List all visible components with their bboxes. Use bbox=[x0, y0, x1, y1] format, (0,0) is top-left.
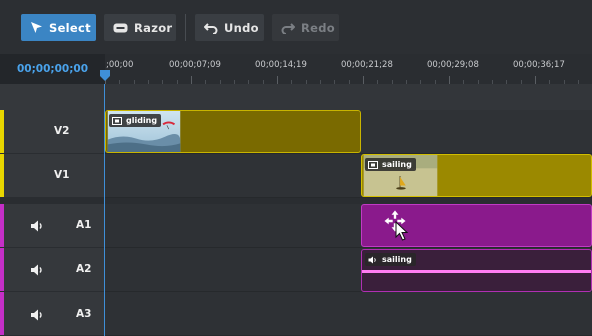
select-button-label: Select bbox=[49, 20, 91, 35]
audio-clip-sailing[interactable]: sailing bbox=[361, 249, 592, 292]
undo-arrow-icon bbox=[204, 20, 218, 36]
track-lane-a3[interactable] bbox=[105, 292, 592, 336]
time-ruler[interactable]: ;00;00 00;00;07;09 00;00;14;19 00;00;21;… bbox=[105, 54, 592, 84]
razor-button[interactable]: Razor bbox=[104, 14, 176, 41]
speaker-icon[interactable] bbox=[30, 308, 44, 322]
redo-button-label: Redo bbox=[301, 20, 335, 35]
track-header-a2[interactable]: A2 bbox=[0, 248, 105, 292]
razor-blade-icon bbox=[113, 20, 128, 36]
audio-track-accent bbox=[0, 204, 4, 247]
audio-waveform-line bbox=[362, 270, 591, 273]
track-header-a3[interactable]: A3 bbox=[0, 292, 105, 336]
audio-track-accent bbox=[0, 292, 4, 335]
track-header-spacer bbox=[0, 84, 105, 110]
film-icon bbox=[112, 116, 122, 125]
video-clip-gliding[interactable]: gliding bbox=[105, 110, 361, 153]
clip-label: sailing bbox=[365, 253, 416, 266]
track-name: A2 bbox=[76, 263, 92, 275]
clip-name: sailing bbox=[382, 255, 412, 264]
ruler-label: 00;00;21;28 bbox=[341, 60, 393, 70]
track-name: A1 bbox=[76, 219, 92, 231]
undo-button-label: Undo bbox=[224, 20, 259, 35]
video-track-accent bbox=[0, 154, 4, 197]
ruler-label: ;00;00 bbox=[106, 60, 134, 70]
track-name: V1 bbox=[54, 169, 70, 181]
razor-button-label: Razor bbox=[134, 20, 173, 35]
cursor-arrow-icon bbox=[30, 20, 43, 36]
playhead-line bbox=[104, 84, 105, 336]
speaker-icon bbox=[368, 256, 376, 263]
undo-button[interactable]: Undo bbox=[195, 14, 264, 41]
clip-name: sailing bbox=[382, 160, 412, 169]
ruler-label: 00;00;29;08 bbox=[427, 60, 479, 70]
move-cursor-icon bbox=[383, 209, 409, 241]
toolbar: Select Razor Undo Redo bbox=[0, 0, 592, 53]
clip-label: gliding bbox=[109, 114, 162, 127]
toolbar-divider bbox=[185, 14, 186, 41]
speaker-icon[interactable] bbox=[30, 263, 44, 277]
video-clip-sailing[interactable]: sailing bbox=[361, 154, 592, 197]
current-timecode[interactable]: 00;00;00;00 bbox=[0, 54, 105, 84]
playhead-handle[interactable] bbox=[100, 70, 110, 82]
video-track-accent bbox=[0, 110, 4, 153]
ruler-label: 00;00;14;19 bbox=[255, 60, 307, 70]
speaker-icon[interactable] bbox=[30, 219, 44, 233]
timeline-editor: Select Razor Undo Redo 00;00;00;00 ;00;0… bbox=[0, 0, 592, 336]
audio-track-accent bbox=[0, 248, 4, 291]
clip-label: sailing bbox=[365, 158, 416, 171]
ruler-label: 00;00;36;17 bbox=[513, 60, 565, 70]
track-header-v2[interactable]: V2 bbox=[0, 110, 105, 154]
film-icon bbox=[368, 160, 378, 169]
redo-arrow-icon bbox=[281, 20, 295, 36]
track-name: A3 bbox=[76, 308, 92, 320]
track-name: V2 bbox=[54, 125, 70, 137]
ruler-label: 00;00;07;09 bbox=[169, 60, 221, 70]
select-button[interactable]: Select bbox=[21, 14, 96, 41]
track-header-v1[interactable]: V1 bbox=[0, 154, 105, 198]
ruler-ticks bbox=[105, 76, 579, 84]
redo-button[interactable]: Redo bbox=[272, 14, 339, 41]
track-header-a1[interactable]: A1 bbox=[0, 204, 105, 248]
clip-name: gliding bbox=[126, 116, 158, 125]
